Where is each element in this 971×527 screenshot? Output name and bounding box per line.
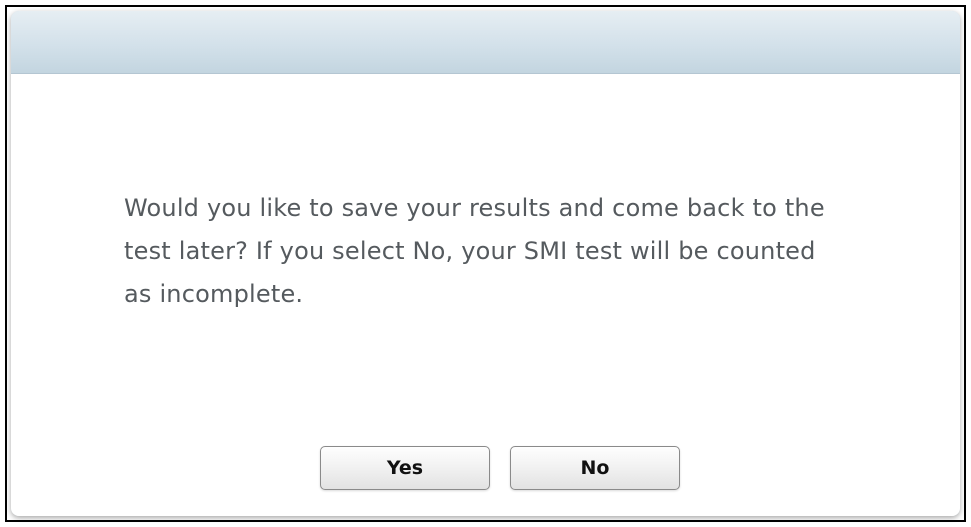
screenshot-frame: Would you like to save your results and … bbox=[5, 5, 966, 522]
save-results-dialog: Would you like to save your results and … bbox=[11, 11, 960, 516]
no-button[interactable]: No bbox=[510, 446, 680, 490]
dialog-message: Would you like to save your results and … bbox=[124, 194, 825, 308]
dialog-title-bar bbox=[11, 11, 960, 74]
dialog-body: Would you like to save your results and … bbox=[11, 74, 960, 516]
yes-button[interactable]: Yes bbox=[320, 446, 490, 490]
